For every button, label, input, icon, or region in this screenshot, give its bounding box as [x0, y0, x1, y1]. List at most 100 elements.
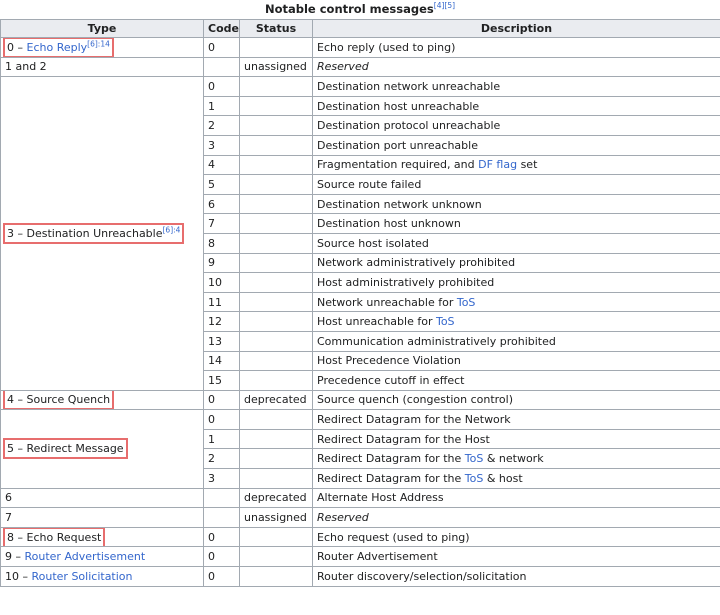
code-cell: 11: [203, 291, 240, 313]
code-cell: 0: [203, 526, 240, 548]
code-cell: 10: [203, 272, 240, 293]
type-label: 3 – Destination Unreachable: [7, 226, 163, 240]
echo-reply-link[interactable]: Echo Reply: [27, 41, 88, 54]
status-cell: [239, 154, 313, 176]
status-cell: [239, 232, 313, 254]
tos-link[interactable]: ToS: [465, 472, 484, 485]
status-cell: [239, 174, 313, 195]
description-cell: Host administratively prohibited: [312, 272, 720, 293]
status-cell: [239, 115, 313, 136]
description-cell: Host Precedence Violation: [312, 350, 720, 372]
description-text: Fragmentation required, and: [317, 158, 479, 172]
description-text: set: [517, 158, 538, 172]
type-cell: 1 and 2: [0, 56, 204, 78]
type-cell: 0 – Echo Reply[6]:14: [0, 37, 204, 58]
table-row: 9 – Router Advertisement 0 Router Advert…: [0, 546, 720, 568]
code-cell: 2: [203, 115, 240, 136]
type-number: 9 –: [5, 550, 25, 564]
table-header-row: Type Code Status Description: [0, 19, 720, 38]
status-cell: [239, 409, 313, 430]
description-text: Destination network unknown: [317, 197, 482, 211]
description-text: Redirect Datagram for the: [317, 452, 465, 466]
tos-link[interactable]: ToS: [457, 296, 476, 309]
description-text: & host: [483, 471, 523, 485]
code-cell: 1: [203, 428, 240, 450]
code-cell: 8: [203, 232, 240, 254]
description-cell: Router Advertisement: [312, 546, 720, 568]
ref-link[interactable]: [6]:14: [87, 39, 110, 48]
caption-refs[interactable]: [4][5]: [434, 1, 455, 10]
code-cell: 2: [203, 448, 240, 470]
tos-link[interactable]: ToS: [436, 315, 455, 328]
tos-link[interactable]: ToS: [465, 452, 484, 465]
status-cell: [239, 311, 313, 332]
type-number: 10 –: [5, 569, 32, 583]
highlight-box: 0 – Echo Reply[6]:14: [3, 38, 114, 57]
header-description: Description: [312, 19, 720, 38]
status-cell: [239, 272, 313, 293]
highlight-box: 3 – Destination Unreachable[6]:4: [2, 222, 185, 244]
table-row: 0 – Echo Reply[6]:14 0 Echo reply (used …: [0, 37, 720, 58]
ref-link[interactable]: [6]:4: [163, 225, 181, 234]
code-cell: 1: [203, 95, 240, 117]
table-row: 3 – Destination Unreachable[6]:4 0 Destina…: [0, 76, 720, 391]
type-cell: 9 – Router Advertisement: [0, 546, 204, 568]
description-text: Communication administratively prohibite…: [317, 334, 556, 348]
description-text: & network: [483, 452, 544, 466]
description-cell: Communication administratively prohibite…: [312, 330, 720, 352]
description-text: Destination port unreachable: [317, 138, 478, 152]
description-text: Redirect Datagram for the Network: [317, 413, 511, 427]
description-cell: Destination network unknown: [312, 193, 720, 215]
code-cell: 0: [203, 566, 240, 587]
type-cell: 6: [0, 487, 204, 509]
status-cell: [239, 350, 313, 372]
header-code: Code: [203, 19, 240, 38]
status-cell: [239, 134, 313, 156]
type-cell: 8 – Echo Request: [0, 526, 204, 548]
description-text: Host unreachable for: [317, 315, 436, 329]
description-text: Precedence cutoff in effect: [317, 373, 465, 387]
description-cell: Reserved: [312, 56, 720, 78]
code-cell: [203, 507, 240, 528]
description-cell: Alternate Host Address: [312, 487, 720, 509]
code-cell: 0: [203, 546, 240, 568]
description-cell: Host unreachable for ToS: [312, 311, 720, 332]
description-cell: Source host isolated: [312, 232, 720, 254]
description-text: Network administratively prohibited: [317, 256, 516, 270]
status-cell: unassigned: [239, 507, 313, 528]
type-cell: 7: [0, 507, 204, 528]
table-row: 10 – Router Solicitation 0 Router discov…: [0, 566, 720, 587]
status-cell: [239, 468, 313, 489]
code-cell: 0: [203, 76, 240, 97]
type-cell: 10 – Router Solicitation: [0, 566, 204, 587]
description-cell: Destination port unreachable: [312, 134, 720, 156]
status-cell: [239, 526, 313, 548]
description-cell: Destination host unknown: [312, 213, 720, 234]
status-cell: [239, 95, 313, 117]
status-cell: [239, 566, 313, 587]
description-cell: Redirect Datagram for the Network: [312, 409, 720, 430]
table-row: 4 – Source Quench 0 deprecated Source qu…: [0, 389, 720, 411]
description-cell: Destination protocol unreachable: [312, 115, 720, 136]
status-cell: [239, 252, 313, 274]
router-solicitation-link[interactable]: Router Solicitation: [32, 570, 133, 583]
table-row: 5 – Redirect Message 0 Redirect Datagram f…: [0, 409, 720, 489]
code-cell: [203, 56, 240, 78]
router-advertisement-link[interactable]: Router Advertisement: [25, 550, 146, 563]
description-cell: Network administratively prohibited: [312, 252, 720, 274]
df-flag-link[interactable]: DF flag: [478, 158, 517, 171]
description-text: Host Precedence Violation: [317, 354, 461, 368]
table-caption: Notable control messages[4][5]: [0, 0, 720, 19]
code-cell: 0: [203, 37, 240, 58]
status-cell: [239, 76, 313, 97]
code-cell: 4: [203, 154, 240, 176]
highlight-box: 5 – Redirect Message: [3, 438, 128, 460]
type-cell: 4 – Source Quench: [0, 389, 204, 411]
description-text: Source host isolated: [317, 236, 429, 250]
description-text: Destination host unreachable: [317, 99, 480, 113]
table-row: 6 deprecated Alternate Host Address: [0, 487, 720, 509]
status-cell: [239, 213, 313, 234]
status-cell: deprecated: [239, 389, 313, 411]
code-cell: 7: [203, 213, 240, 234]
description-cell: Source route failed: [312, 174, 720, 195]
